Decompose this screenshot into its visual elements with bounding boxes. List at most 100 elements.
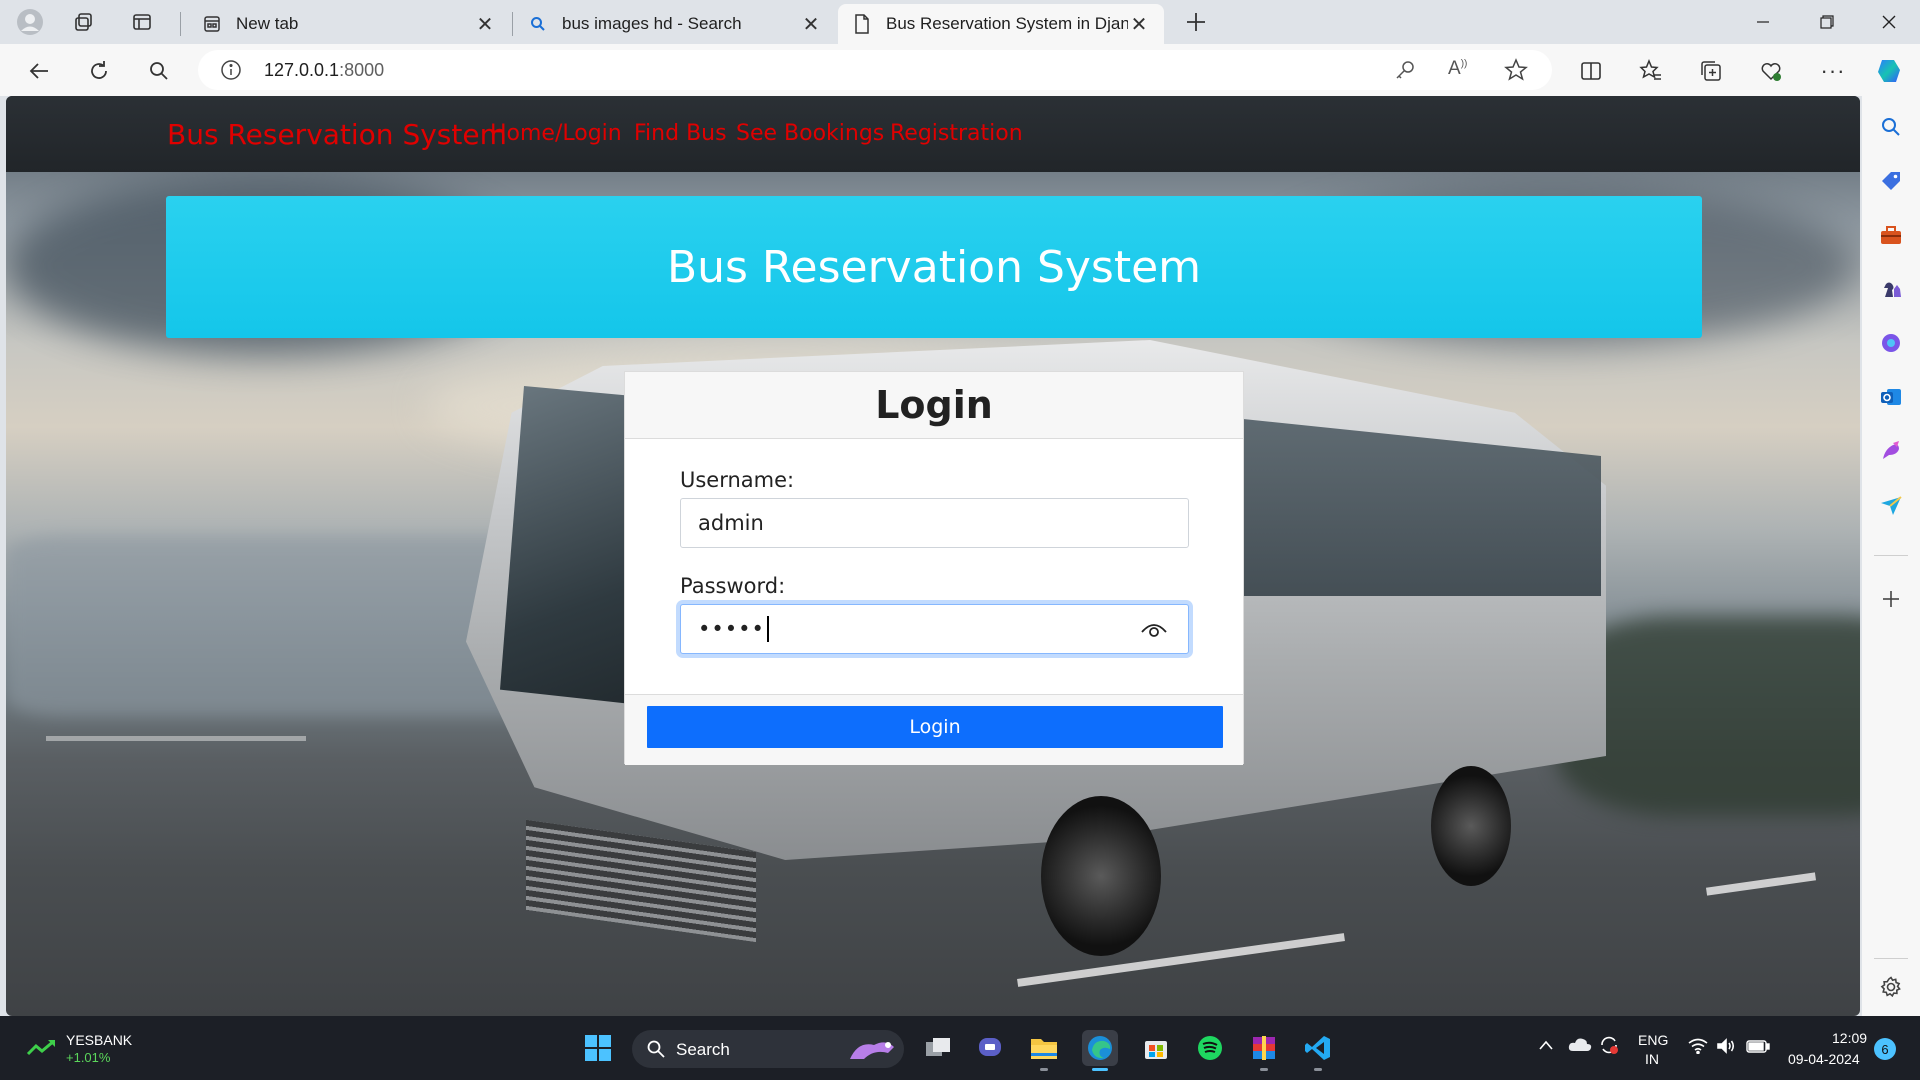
profile-button[interactable] (12, 6, 48, 38)
show-hidden-icons-chevron-icon[interactable] (1538, 1038, 1554, 1056)
tab-title: Bus Reservation System in Djang (886, 14, 1128, 33)
address-bar[interactable]: 127.0.0.1:8000 A)) (198, 50, 1552, 90)
username-label: Username: (680, 468, 795, 492)
nav-link-see-bookings[interactable]: See Bookings (736, 121, 884, 146)
clock-date[interactable]: 09-04-2024 (1788, 1051, 1860, 1067)
add-icon[interactable] (1876, 584, 1906, 614)
new-tab-button[interactable] (1178, 6, 1214, 38)
tab-separator (512, 12, 513, 36)
username-input[interactable]: admin (680, 498, 1189, 548)
clock-time[interactable]: 12:09 (1832, 1030, 1867, 1046)
login-card: Login Username: admin Password: ••••• Lo… (624, 371, 1244, 765)
tab-title: New tab (236, 14, 299, 33)
edge-browser-icon[interactable] (1082, 1030, 1118, 1066)
taskbar-search-label: Search (676, 1040, 730, 1059)
browser-toolbar: 127.0.0.1:8000 A)) ··· (0, 44, 1920, 96)
minimize-button[interactable] (1732, 0, 1794, 44)
site-info-icon[interactable] (220, 59, 242, 86)
workspaces-button[interactable] (66, 6, 102, 38)
road-marking (46, 736, 306, 741)
browser-tab-strip: New tab ✕ bus images hd - Search ✕ Bus R… (0, 0, 1920, 44)
back-button[interactable] (22, 54, 56, 88)
nav-link-home-login[interactable]: Home/Login (490, 121, 622, 146)
nav-link-find-bus[interactable]: Find Bus (634, 121, 727, 146)
tab-bus-images-search[interactable]: bus images hd - Search ✕ (514, 4, 836, 44)
login-card-footer: Login (625, 694, 1243, 765)
search-button[interactable] (142, 54, 176, 88)
favorite-star-icon[interactable] (1504, 58, 1528, 87)
sync-alert-icon[interactable] (1598, 1034, 1620, 1061)
sidebar-divider (1874, 958, 1908, 959)
stock-widget[interactable]: YESBANK +1.01% (24, 1030, 144, 1068)
toolbox-icon[interactable] (1876, 220, 1906, 250)
restore-button[interactable] (1796, 0, 1858, 44)
page-banner: Bus Reservation System (166, 196, 1702, 338)
login-card-header: Login (625, 372, 1243, 439)
windows-taskbar: YESBANK +1.01% Search ENG IN 12:09 09-04… (0, 1016, 1920, 1080)
stock-change: +1.01% (66, 1050, 111, 1065)
password-input[interactable]: ••••• (680, 604, 1189, 654)
search-icon (647, 1040, 665, 1058)
text-caret (766, 616, 769, 642)
running-indicator (1314, 1068, 1322, 1071)
password-value: ••••• (698, 617, 765, 641)
site-navbar: Bus Reservation System Home/Login Find B… (6, 96, 1860, 172)
notification-count: 6 (1881, 1041, 1889, 1057)
close-tab-icon[interactable]: ✕ (1128, 13, 1150, 36)
tab-separator (180, 12, 181, 36)
file-explorer-icon[interactable] (1026, 1030, 1062, 1066)
winrar-icon[interactable] (1246, 1030, 1282, 1066)
tag-icon[interactable] (1876, 166, 1906, 196)
road-marking (1705, 872, 1817, 896)
read-aloud-icon[interactable]: A)) (1448, 58, 1467, 80)
notification-badge[interactable]: 6 (1874, 1038, 1896, 1060)
banner-title: Bus Reservation System (666, 241, 1202, 293)
nav-link-registration[interactable]: Registration (890, 121, 1023, 146)
spotify-icon[interactable] (1192, 1030, 1228, 1066)
refresh-button[interactable] (82, 54, 116, 88)
teams-chat-icon[interactable] (972, 1030, 1008, 1066)
close-window-button[interactable] (1858, 0, 1920, 44)
vscode-icon[interactable] (1300, 1030, 1336, 1066)
close-tab-icon[interactable]: ✕ (474, 13, 496, 36)
chess-icon[interactable] (1876, 274, 1906, 304)
running-indicator (1040, 1068, 1048, 1071)
split-screen-button[interactable] (1574, 54, 1608, 88)
favorites-button[interactable] (1634, 54, 1668, 88)
stock-name: YESBANK (66, 1032, 133, 1048)
close-tab-icon[interactable]: ✕ (800, 13, 822, 36)
microsoft-store-icon[interactable] (1138, 1030, 1174, 1066)
volume-icon[interactable] (1716, 1038, 1736, 1059)
browser-essentials-button[interactable] (1754, 54, 1788, 88)
collections-button[interactable] (1694, 54, 1728, 88)
show-password-eye-icon[interactable] (1140, 619, 1168, 641)
search-favicon-icon (528, 14, 548, 34)
username-value: admin (698, 511, 764, 535)
tab-title: bus images hd - Search (562, 14, 742, 33)
login-button[interactable]: Login (647, 706, 1223, 748)
task-view-icon[interactable] (920, 1030, 956, 1066)
battery-icon[interactable] (1746, 1040, 1770, 1058)
input-region[interactable]: IN (1645, 1051, 1659, 1067)
tab-actions-button[interactable] (124, 6, 160, 38)
page-viewport: Bus Reservation System Home/Login Find B… (6, 96, 1860, 1016)
copilot-button[interactable] (1872, 54, 1906, 88)
tab-bus-reservation[interactable]: Bus Reservation System in Djang ✕ (838, 4, 1164, 44)
page-favicon-icon (852, 14, 872, 34)
start-windows-icon[interactable] (580, 1030, 616, 1066)
settings-icon[interactable] (1876, 972, 1906, 1002)
outlook-icon[interactable] (1876, 382, 1906, 412)
send-icon[interactable] (1876, 490, 1906, 520)
search-icon[interactable] (1876, 112, 1906, 142)
tab-new-tab[interactable]: New tab ✕ (188, 4, 510, 44)
onedrive-cloud-icon[interactable] (1568, 1036, 1592, 1057)
copilot-icon[interactable] (1876, 328, 1906, 358)
input-language[interactable]: ENG (1638, 1032, 1668, 1048)
bus-front-wheel (1041, 796, 1161, 956)
password-key-icon[interactable] (1394, 59, 1416, 86)
taskbar-search[interactable]: Search (632, 1030, 904, 1068)
designer-icon[interactable] (1876, 436, 1906, 466)
more-options-button[interactable]: ··· (1816, 54, 1850, 88)
navbar-brand[interactable]: Bus Reservation System (167, 118, 507, 151)
wifi-icon[interactable] (1688, 1038, 1708, 1059)
